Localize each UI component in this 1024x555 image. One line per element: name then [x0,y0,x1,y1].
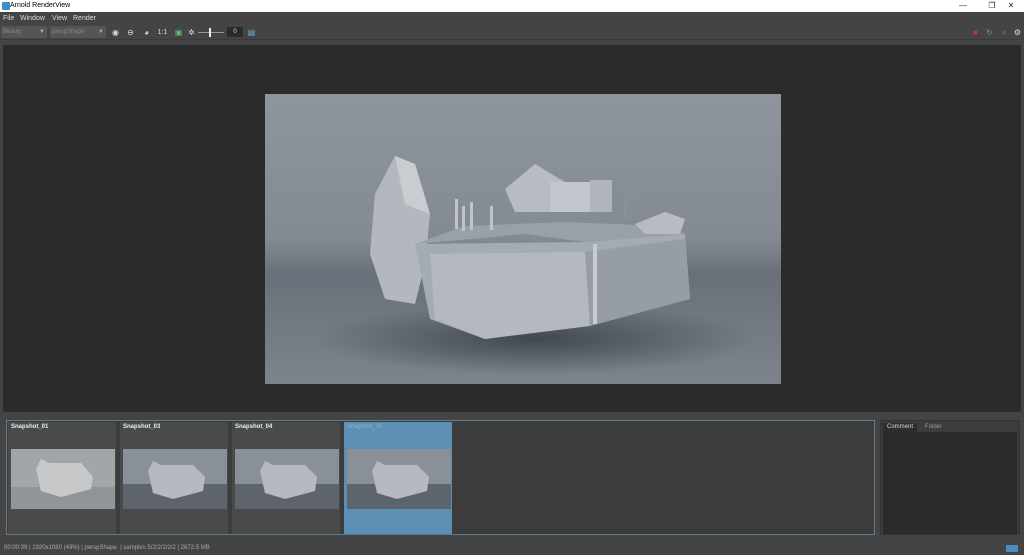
ratio-button[interactable]: 1:1 [156,27,169,38]
tab-comment[interactable]: Comment [883,423,918,432]
title-bar: Arnold RenderView — ❐ ✕ [0,0,1024,12]
channels-icon[interactable]: ◕ [141,27,152,38]
rendered-island-scene [265,94,781,384]
close-button[interactable]: ✕ [998,0,1024,12]
snapshot-item-selected[interactable]: Snapshot_05 [344,422,452,534]
snapshot-thumbnail [123,449,227,509]
chevron-down-icon: ▼ [98,29,104,35]
snapshot-thumbnail [347,449,451,509]
aov-dropdown-value: Beauty [3,29,22,35]
comment-textarea[interactable] [883,432,1017,534]
status-text: 00:00:39 | 1920x1080 (49%) | perspShape … [4,545,210,551]
menu-view[interactable]: View [52,14,67,23]
tab-folder[interactable]: Folder [921,423,946,432]
snapshot-label: Snapshot_04 [235,424,273,430]
window-title: Arnold RenderView [10,2,71,9]
render-region-icon[interactable]: ◉ [110,27,121,38]
log-icon[interactable] [1006,545,1018,552]
snapshot-item[interactable]: Snapshot_03 [120,422,228,534]
ipr-icon[interactable]: ◃ [998,27,1009,38]
arnold-app-icon [2,2,10,10]
exposure-slider-handle[interactable] [209,28,211,37]
chevron-down-icon: ▼ [39,29,45,35]
status-bar: 00:00:39 | 1920x1080 (49%) | perspShape … [0,543,1024,555]
render-image [265,94,781,384]
snapshot-thumbnail [235,449,339,509]
exposure-icon: ✲ [188,28,195,37]
menu-file[interactable]: File [3,14,14,23]
gear-icon[interactable]: ⚙ [1012,27,1023,38]
camera-dropdown-value: perspShape [52,29,85,35]
refresh-icon[interactable]: ↻ [984,27,995,38]
aov-dropdown[interactable]: Beauty ▼ [1,26,47,38]
snapshot-strip: Snapshot_01 Snapshot_03 Snapshot_04 Snap… [6,420,875,535]
menu-window[interactable]: Window [20,14,45,23]
toolbar: Beauty ▼ perspShape ▼ ◉ ⊖ ◕ 1:1 ▣ ✲ 0 ▤ … [0,24,1024,40]
exposure-field[interactable]: 0 [227,27,243,37]
menu-render[interactable]: Render [73,14,96,23]
render-viewport[interactable] [3,45,1021,412]
camera-dropdown[interactable]: perspShape ▼ [50,26,106,38]
snapshot-label: Snapshot_01 [11,424,49,430]
display-icon[interactable]: ⊖ [125,27,136,38]
snapshot-label: Snapshot_03 [123,424,161,430]
snapshot-label: Snapshot_05 [347,424,383,430]
crop-region-icon[interactable]: ▣ [173,27,184,38]
snapshot-icon[interactable]: ▤ [246,27,257,38]
snapshot-item[interactable]: Snapshot_01 [8,422,116,534]
snapshot-thumbnail [11,449,115,509]
stop-render-icon[interactable]: ■ [970,27,981,38]
minimize-button[interactable]: — [950,0,976,12]
comment-panel: Comment Folder [880,420,1020,535]
exposure-slider-track[interactable] [198,32,224,33]
menu-bar: File Window View Render [0,12,1024,24]
snapshot-item[interactable]: Snapshot_04 [232,422,340,534]
